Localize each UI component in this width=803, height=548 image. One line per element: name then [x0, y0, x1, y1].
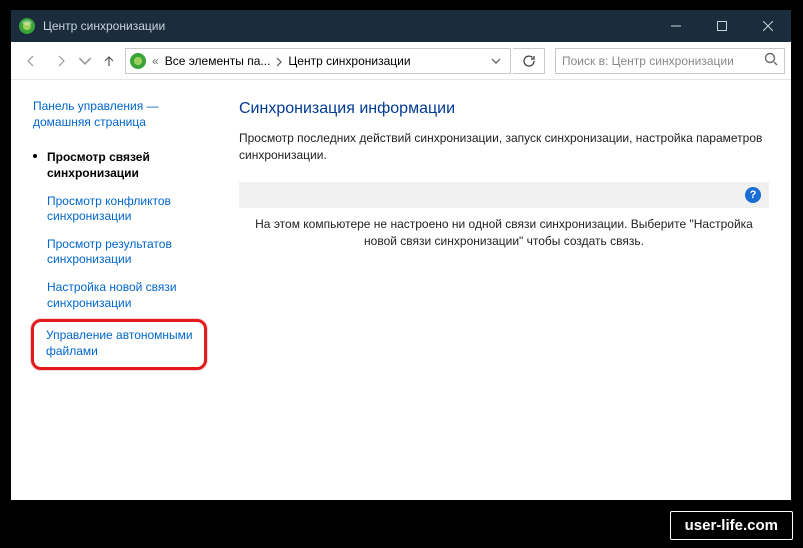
empty-state-text: На этом компьютере не настроено ни одной… — [239, 216, 769, 251]
search-placeholder: Поиск в: Центр синхронизации — [562, 54, 734, 68]
page-description: Просмотр последних действий синхронизаци… — [239, 130, 769, 164]
sidebar-item-sync-results[interactable]: Просмотр результатов синхронизации — [33, 231, 205, 274]
sidebar-item-offline-files[interactable]: Управление автономными файлами — [31, 319, 207, 370]
sidebar-item-label: Управление автономными файлами — [46, 328, 193, 358]
title-bar[interactable]: Центр синхронизации — [11, 10, 791, 42]
recent-locations-button[interactable] — [77, 47, 93, 75]
sidebar-item-sync-setup[interactable]: Настройка новой связи синхронизации — [33, 274, 205, 317]
location-icon — [130, 53, 146, 69]
maximize-button[interactable] — [699, 10, 745, 42]
search-icon — [764, 52, 778, 69]
sidebar: Панель управления — домашняя страница Пр… — [11, 80, 211, 500]
navigation-bar: « Все элементы па... Центр синхронизации… — [11, 42, 791, 80]
forward-button[interactable] — [47, 47, 75, 75]
breadcrumb-prefix: « — [150, 54, 161, 68]
refresh-button[interactable] — [513, 48, 545, 74]
sidebar-item-sync-partnerships[interactable]: Просмотр связей синхронизации — [33, 144, 205, 187]
sidebar-item-label: Просмотр конфликтов синхронизации — [47, 194, 171, 224]
address-bar[interactable]: « Все элементы па... Центр синхронизации — [125, 48, 511, 74]
watermark: user-life.com — [670, 511, 793, 540]
sync-center-window: Центр синхронизации « Все элементы па... — [11, 10, 791, 500]
window-title: Центр синхронизации — [43, 19, 165, 33]
page-heading: Синхронизация информации — [239, 100, 769, 118]
breadcrumb-seg-1[interactable]: Все элементы па... — [165, 54, 271, 68]
sidebar-nav: Просмотр связей синхронизации Просмотр к… — [33, 144, 205, 370]
info-bar: ? — [239, 182, 769, 208]
up-button[interactable] — [95, 47, 123, 75]
sidebar-item-label: Настройка новой связи синхронизации — [47, 280, 177, 310]
breadcrumb-seg-2[interactable]: Центр синхронизации — [288, 54, 410, 68]
back-button[interactable] — [17, 47, 45, 75]
address-dropdown-button[interactable] — [486, 56, 506, 66]
content-pane: Синхронизация информации Просмотр послед… — [211, 80, 791, 500]
help-icon[interactable]: ? — [745, 187, 761, 203]
chevron-right-icon[interactable] — [274, 56, 284, 66]
sync-center-icon — [19, 18, 35, 34]
minimize-button[interactable] — [653, 10, 699, 42]
search-input[interactable]: Поиск в: Центр синхронизации — [555, 48, 785, 74]
sidebar-item-label: Просмотр результатов синхронизации — [47, 237, 172, 267]
sidebar-item-sync-conflicts[interactable]: Просмотр конфликтов синхронизации — [33, 188, 205, 231]
control-panel-home-link[interactable]: Панель управления — домашняя страница — [33, 98, 205, 130]
close-button[interactable] — [745, 10, 791, 42]
sidebar-item-label: Просмотр связей синхронизации — [47, 150, 150, 180]
